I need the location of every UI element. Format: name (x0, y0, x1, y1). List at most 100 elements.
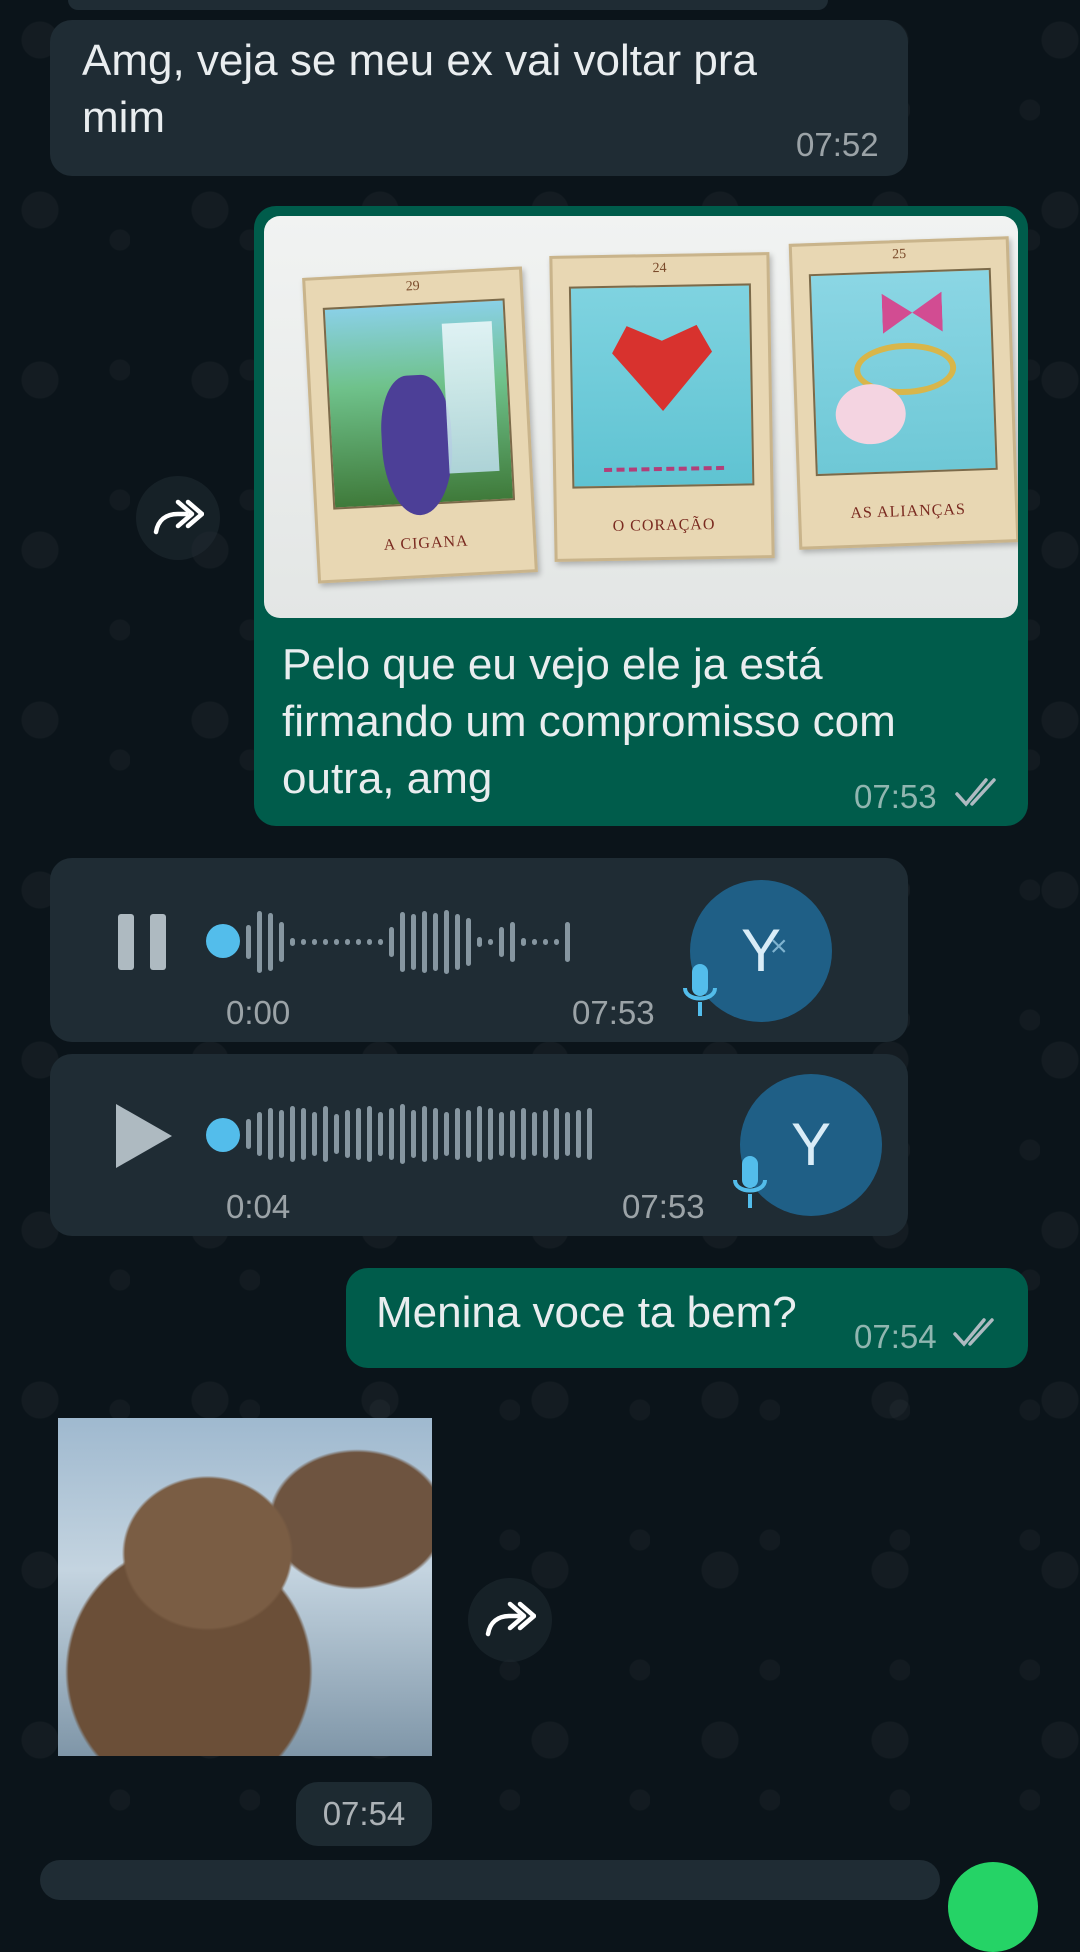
waveform-bar (268, 913, 273, 971)
waveform-bar (422, 1106, 427, 1162)
double-check-icon (955, 778, 996, 807)
mic-icon (683, 964, 717, 1016)
waveform-bar (301, 1108, 306, 1160)
waveform-bar (554, 939, 559, 945)
previous-message-edge (68, 0, 828, 10)
tarot-cards-photo[interactable]: 29 A CIGANA 24 O CORAÇÃO 25 AS ALIANÇAS (264, 216, 1018, 618)
waveform-bar (301, 939, 306, 945)
incoming-message[interactable]: Amg, veja se meu ex vai voltar pra mim 0… (50, 20, 908, 176)
waveform-bar (356, 1108, 361, 1160)
waveform-bar (521, 1108, 526, 1160)
send-button[interactable] (948, 1862, 1038, 1952)
waveform-bar (532, 1112, 537, 1156)
waveform-bar (323, 1106, 328, 1162)
waveform-bar (312, 1112, 317, 1156)
waveform-bar (367, 939, 372, 945)
waveform-bar (279, 1110, 284, 1158)
waveform-bar (510, 922, 515, 962)
waveform-bar (554, 1108, 559, 1160)
message-time: 07:52 (796, 126, 879, 163)
waveform-bar (477, 937, 482, 947)
waveform-bar (433, 1108, 438, 1160)
waveform-bar (422, 911, 427, 973)
waveform-bar (433, 913, 438, 971)
waveform-bar (345, 1110, 350, 1158)
waveform-bar (268, 1108, 273, 1160)
waveform-bar (290, 938, 295, 946)
waveform-bar (389, 927, 394, 957)
message-text: Menina voce ta bem? (376, 1288, 797, 1337)
play-icon[interactable] (112, 1100, 176, 1172)
voice-waveform[interactable] (246, 908, 706, 976)
message-time: 07:53 (622, 1188, 705, 1225)
message-time: 07:54 (854, 1318, 937, 1355)
card-aliancas: 25 AS ALIANÇAS (788, 236, 1018, 550)
werewolf-sticker[interactable] (58, 1418, 432, 1756)
forward-icon (485, 1601, 536, 1637)
waveform-bar (411, 1110, 416, 1158)
message-text: Amg, veja se meu ex vai voltar pra mim (82, 36, 757, 142)
voice-elapsed: 0:00 (226, 994, 291, 1031)
waveform-bar (499, 1112, 504, 1156)
message-time: 07:53 (854, 778, 937, 815)
waveform-bar (521, 938, 526, 946)
waveform-bar (312, 939, 317, 945)
close-icon: × (770, 930, 788, 963)
waveform-bar (466, 1110, 471, 1158)
waveform-bar (378, 1112, 383, 1156)
pause-icon[interactable] (116, 910, 172, 974)
message-time: 07:53 (572, 994, 655, 1031)
waveform-bar (378, 939, 383, 945)
waveform-bar (444, 1112, 449, 1156)
voice-message[interactable]: 0:00 07:53 Y × (50, 858, 908, 1042)
outgoing-message[interactable]: Menina voce ta bem? 07:54 (346, 1268, 1028, 1368)
outgoing-photo-message[interactable]: 29 A CIGANA 24 O CORAÇÃO 25 AS ALIANÇAS (254, 206, 1028, 826)
card-coracao: 24 O CORAÇÃO (549, 252, 775, 562)
waveform-bar (345, 939, 350, 945)
waveform-bar (565, 922, 570, 962)
waveform-bar (334, 939, 339, 945)
waveform-bar (543, 939, 548, 945)
waveform-bar (400, 912, 405, 972)
waveform-bar (488, 1108, 493, 1160)
waveform-bar (257, 1112, 262, 1156)
waveform-bar (510, 1110, 515, 1158)
waveform-bar (532, 939, 537, 945)
waveform-bar (279, 922, 284, 962)
waveform-bar (455, 914, 460, 970)
waveform-bar (334, 1114, 339, 1154)
waveform-bar (455, 1108, 460, 1160)
voice-elapsed: 0:04 (226, 1188, 291, 1225)
mic-icon (733, 1156, 767, 1208)
waveform-bar (466, 918, 471, 966)
forward-button[interactable] (468, 1578, 552, 1662)
waveform-bar (488, 939, 493, 945)
waveform-bar (246, 925, 251, 959)
waveform-bar (389, 1108, 394, 1160)
waveform-bar (323, 939, 328, 945)
waveform-bar (543, 1110, 548, 1158)
waveform-bar (356, 939, 361, 945)
waveform-bar (367, 1106, 372, 1162)
playback-position-handle[interactable] (206, 924, 240, 958)
sticker-time: 07:54 (296, 1782, 432, 1846)
waveform-bar (587, 1108, 592, 1160)
waveform-bar (565, 1112, 570, 1156)
waveform-bar (477, 1106, 482, 1162)
waveform-bar (290, 1106, 295, 1162)
waveform-bar (400, 1104, 405, 1164)
waveform-bar (444, 910, 449, 974)
forward-button[interactable] (136, 476, 220, 560)
voice-waveform[interactable] (246, 1100, 756, 1168)
forward-icon (153, 499, 204, 535)
waveform-bar (499, 927, 504, 957)
waveform-bar (411, 914, 416, 970)
waveform-bar (257, 911, 262, 973)
card-cigana: 29 A CIGANA (302, 266, 538, 584)
voice-message[interactable]: 0:04 07:53 Y (50, 1054, 908, 1236)
double-check-icon (953, 1318, 994, 1347)
input-bar-edge (40, 1860, 940, 1900)
waveform-bar (246, 1119, 251, 1149)
playback-position-handle[interactable] (206, 1118, 240, 1152)
waveform-bar (576, 1110, 581, 1158)
